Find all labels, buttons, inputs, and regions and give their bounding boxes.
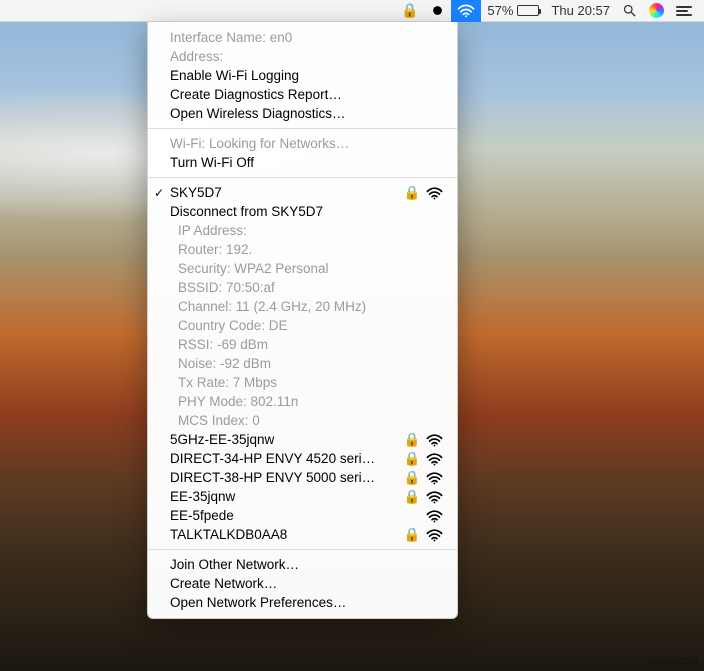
connected-ssid: SKY5D7 [170,185,403,200]
menubar-battery[interactable]: 57% [481,0,545,22]
wifi-signal-icon [421,527,443,542]
network-ssid: DIRECT-38-HP ENVY 5000 seri… [170,470,403,485]
open-wireless-diagnostics[interactable]: Open Wireless Diagnostics… [148,104,457,123]
interface-name-line: Interface Name: en0 [148,28,457,47]
network-ssid: EE-35jqnw [170,489,403,504]
wifi-signal-icon [421,508,443,523]
network-ssid: 5GHz-EE-35jqnw [170,432,403,447]
lock-icon: 🔒 [403,185,421,201]
wifi-signal-icon [421,470,443,485]
detail-noise: Noise: -92 dBm [148,354,457,373]
detail-router: Router: 192. [148,240,457,259]
network-item[interactable]: EE-35jqnw🔒 [148,487,457,506]
lock-icon: 🔒 [403,489,421,505]
network-item[interactable]: DIRECT-38-HP ENVY 5000 seri…🔒 [148,468,457,487]
siri-icon[interactable] [643,0,670,22]
desktop-background: 🔒 57% Thu 20:57 Interface Name: en0 Addr… [0,0,704,671]
join-other-network[interactable]: Join Other Network… [148,555,457,574]
detail-txrate: Tx Rate: 7 Mbps [148,373,457,392]
notification-center-icon[interactable] [670,0,698,22]
menubar: 🔒 57% Thu 20:57 [0,0,704,22]
network-ssid: TALKTALKDB0AA8 [170,527,403,542]
checkmark-icon: ✓ [154,186,164,200]
network-item[interactable]: EE-5fpede [148,506,457,525]
detail-rssi: RSSI: -69 dBm [148,335,457,354]
battery-icon [517,5,539,16]
separator [148,549,457,550]
detail-country: Country Code: DE [148,316,457,335]
network-item[interactable]: DIRECT-34-HP ENVY 4520 seri…🔒 [148,449,457,468]
detail-security: Security: WPA2 Personal [148,259,457,278]
menubar-wifi-icon[interactable] [451,0,481,22]
detail-bssid: BSSID: 70:50:af [148,278,457,297]
menubar-clock[interactable]: Thu 20:57 [545,0,616,22]
wifi-signal-icon [421,489,443,504]
create-diagnostics-report[interactable]: Create Diagnostics Report… [148,85,457,104]
detail-phy: PHY Mode: 802.11n [148,392,457,411]
menubar-lock-icon[interactable]: 🔒 [395,0,424,22]
battery-percent: 57% [487,3,513,18]
address-line: Address: [148,47,457,66]
enable-wifi-logging[interactable]: Enable Wi-Fi Logging [148,66,457,85]
connected-network[interactable]: ✓ SKY5D7 🔒 [148,183,457,202]
lock-icon: 🔒 [403,451,421,467]
turn-wifi-off[interactable]: Turn Wi-Fi Off [148,153,457,172]
spotlight-icon[interactable] [616,0,643,22]
watermark: wsxdn.com [648,656,698,667]
network-ssid: EE-5fpede [170,508,403,523]
separator [148,177,457,178]
detail-ip: IP Address: [148,221,457,240]
wifi-signal-icon [421,432,443,447]
disconnect-network[interactable]: Disconnect from SKY5D7 [148,202,457,221]
wifi-signal-icon [421,451,443,466]
wifi-dropdown: Interface Name: en0 Address: Enable Wi-F… [147,22,458,619]
detail-mcs: MCS Index: 0 [148,411,457,430]
create-network[interactable]: Create Network… [148,574,457,593]
network-item[interactable]: TALKTALKDB0AA8🔒 [148,525,457,544]
network-item[interactable]: 5GHz-EE-35jqnw🔒 [148,430,457,449]
network-ssid: DIRECT-34-HP ENVY 4520 seri… [170,451,403,466]
wifi-status-line: Wi-Fi: Looking for Networks… [148,134,457,153]
separator [148,128,457,129]
available-networks: 5GHz-EE-35jqnw🔒DIRECT-34-HP ENVY 4520 se… [148,430,457,544]
detail-channel: Channel: 11 (2.4 GHz, 20 MHz) [148,297,457,316]
lock-icon: 🔒 [403,470,421,486]
wifi-signal-icon [421,185,443,200]
menubar-app-icon[interactable] [424,0,451,22]
open-network-preferences[interactable]: Open Network Preferences… [148,593,457,612]
lock-icon: 🔒 [403,527,421,543]
lock-icon: 🔒 [403,432,421,448]
